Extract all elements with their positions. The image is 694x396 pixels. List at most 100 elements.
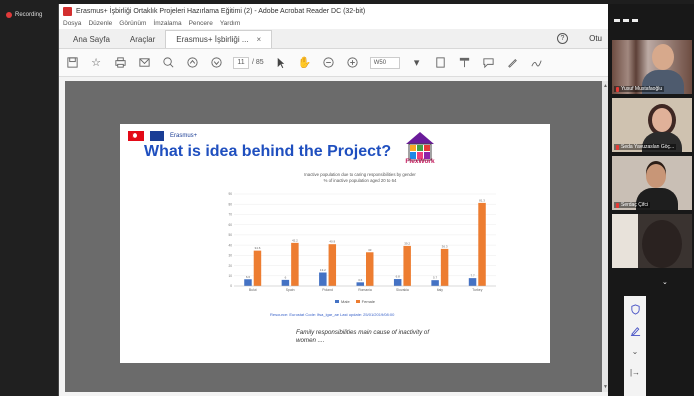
record-dot-icon: [6, 12, 12, 18]
tab-document[interactable]: Erasmus+ İşbirliği ... ×: [165, 30, 273, 48]
legend-male-label: Male: [341, 299, 350, 304]
x-tick-label: Italy: [437, 288, 444, 292]
y-tick-label: 80: [228, 202, 232, 206]
highlight-pen-icon[interactable]: [506, 56, 520, 70]
x-tick-label: Slovakia: [396, 288, 409, 292]
bar-female: [291, 242, 299, 286]
mic-muted-icon: [616, 144, 619, 150]
bar-male: [244, 279, 252, 286]
print-icon[interactable]: [113, 56, 127, 70]
x-tick-label: Poland: [322, 288, 333, 292]
bar-data-label: 81.3: [479, 198, 485, 202]
comment-icon[interactable]: [482, 56, 496, 70]
hand-tool-icon[interactable]: ✋: [298, 56, 312, 70]
y-tick-label: 90: [228, 192, 232, 196]
zoom-out-icon[interactable]: [322, 56, 336, 70]
bar-male: [281, 279, 290, 286]
participant-tile[interactable]: Yusuf Mustafaoğlu: [612, 40, 692, 94]
close-tab-icon[interactable]: ×: [257, 35, 262, 44]
chevron-down-icon[interactable]: ▾: [410, 56, 424, 70]
bar-male: [393, 279, 402, 286]
title-bar: Erasmus+ İşbirliği Ortaklık Projeleri Ha…: [59, 4, 608, 18]
flexwork-logo-text: FlexWork: [405, 158, 435, 165]
participant-tile[interactable]: [612, 214, 692, 268]
document-viewer[interactable]: Erasmus+ What is idea behind the Project…: [65, 81, 609, 392]
y-tick-label: 60: [228, 223, 232, 227]
bar-data-label: 13.2: [320, 268, 326, 272]
menu-bar: Dosya Düzenle Görünüm İmzalama Pencere Y…: [59, 18, 608, 29]
save-icon[interactable]: [65, 56, 79, 70]
participant-head: [652, 108, 672, 132]
y-tick-label: 0: [230, 284, 232, 288]
chart-source: Resource: Eurostat Code: lfsa_igar_ae La…: [270, 312, 395, 317]
page-navigator: 11 / 85: [233, 56, 264, 69]
bar-data-label: 7.7: [470, 274, 475, 278]
chevron-down-icon[interactable]: ⌄: [629, 345, 641, 357]
signin-link[interactable]: Otu: [589, 34, 602, 43]
bar-female: [366, 252, 374, 286]
bar-male: [431, 280, 439, 286]
legend-female-swatch: [355, 300, 360, 303]
x-tick-label: Bulut: [249, 288, 257, 292]
y-tick-label: 50: [228, 233, 232, 237]
collapse-chevron-icon[interactable]: ⌄: [662, 278, 668, 286]
bar-data-label: 36.3: [442, 244, 448, 248]
expand-pane-icon[interactable]: |→: [629, 366, 641, 378]
fit-page-icon[interactable]: [434, 56, 448, 70]
window-background: [612, 214, 638, 268]
bar-female: [478, 202, 486, 286]
y-tick-label: 30: [228, 254, 232, 258]
fill-sign-icon[interactable]: [530, 56, 544, 70]
view-controls[interactable]: [608, 4, 694, 36]
mic-muted-icon: [616, 86, 619, 92]
page-down-icon[interactable]: [209, 56, 223, 70]
bar-data-label: 39.2: [404, 241, 410, 245]
participant-name: Serdaç Çifci: [614, 202, 650, 208]
tab-tools[interactable]: Araçlar: [120, 31, 165, 48]
participants-panel: Yusuf Mustafaoğlu Seda Yavuzaslan Göç...…: [608, 4, 694, 396]
legend-male: Male: [335, 299, 350, 304]
participant-name: Seda Yavuzaslan Göç...: [614, 144, 677, 150]
participant-name-text: Seda Yavuzaslan Göç...: [621, 144, 675, 150]
view-icon: [632, 18, 638, 22]
participant-tile[interactable]: Serdaç Çifci: [612, 156, 692, 210]
tab-home[interactable]: Ana Sayfa: [63, 31, 120, 48]
email-icon[interactable]: [137, 56, 151, 70]
page-number-input[interactable]: 11: [233, 56, 249, 69]
eu-flag-icon: [150, 131, 164, 141]
sign-pen-icon[interactable]: [629, 324, 641, 336]
menu-edit[interactable]: Düzenle: [88, 20, 112, 27]
bar-data-label: 42.2: [292, 238, 298, 242]
search-icon[interactable]: [161, 56, 175, 70]
bar-data-label: 34.6: [255, 246, 261, 250]
menu-view[interactable]: Görünüm: [119, 20, 146, 27]
bar-data-label: 5.7: [433, 276, 438, 280]
select-cursor-icon[interactable]: [274, 56, 288, 70]
flags: Erasmus+: [128, 131, 197, 141]
legend-female-label: Female: [361, 299, 376, 304]
menu-help[interactable]: Yardım: [220, 20, 240, 27]
zoom-select[interactable]: W50: [369, 56, 400, 69]
zoom-in-icon[interactable]: [346, 56, 360, 70]
participant-name: Yusuf Mustafaoğlu: [614, 86, 665, 92]
bookmark-star-icon[interactable]: ☆: [89, 56, 103, 70]
menu-sign[interactable]: İmzalama: [153, 20, 181, 27]
scroll-mode-icon[interactable]: [458, 56, 472, 70]
bar-data-label: 33: [368, 248, 372, 252]
x-tick-label: Romania: [358, 288, 372, 292]
help-icon[interactable]: ?: [557, 33, 568, 44]
bar-data-label: 3.6: [358, 278, 363, 282]
mic-muted-icon: [616, 202, 619, 208]
chart-title: Inactive population due to caring respon…: [304, 172, 416, 183]
menu-window[interactable]: Pencere: [189, 20, 213, 27]
y-tick-label: 40: [228, 243, 232, 247]
bar-data-label: 6.8: [396, 275, 401, 279]
tab-document-label: Erasmus+ İşbirliği ...: [176, 35, 249, 44]
acrobat-icon: [63, 6, 72, 16]
page-up-icon[interactable]: [185, 56, 199, 70]
protect-shield-icon[interactable]: [629, 303, 641, 315]
bar-chart: 01020304050607080906.634.6Bulut642.2Spai…: [228, 192, 496, 292]
acrobat-window: Erasmus+ İşbirliği Ortaklık Projeleri Ha…: [58, 4, 609, 396]
menu-file[interactable]: Dosya: [63, 20, 81, 27]
participant-tile[interactable]: Seda Yavuzaslan Göç...: [612, 98, 692, 152]
